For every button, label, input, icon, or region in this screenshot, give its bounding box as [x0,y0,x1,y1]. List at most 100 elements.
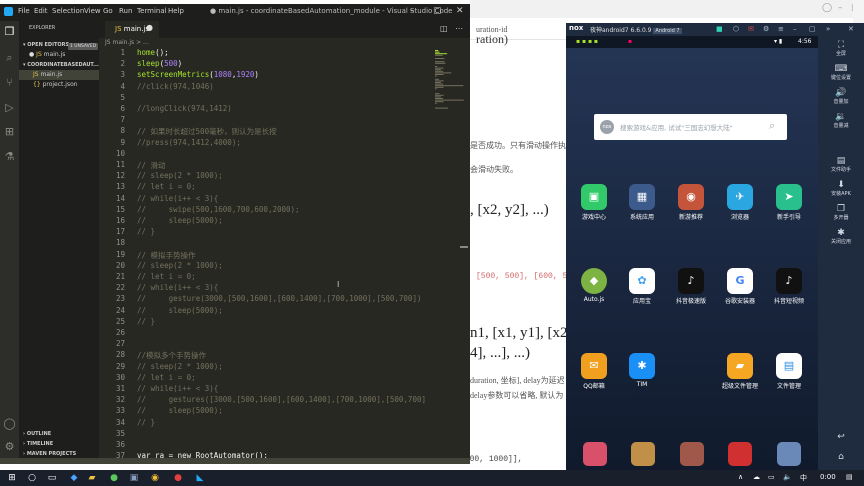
code-line[interactable]: // while(i++ < 3){ [137,194,218,203]
menu-edit[interactable]: Edit [34,7,48,15]
code-content[interactable]: home(); sleep(500) setScreenMetrics(1080,1… [137,48,431,464]
taskbar-clock[interactable]: 0:00 [820,473,836,481]
taskbar-vscode-icon[interactable]: ◣ [194,472,206,484]
code-line[interactable]: // } [137,317,155,326]
search-icon[interactable]: ○ [26,472,38,484]
side-install-apk[interactable]: ⬇ 安装APK [818,180,864,197]
emu-mail-icon[interactable]: ✉ [748,25,754,33]
test-icon[interactable]: ⚗ [3,150,16,163]
code-line[interactable]: // let i = 0; [137,272,196,281]
folder-header[interactable]: ▾ COORDINATEBASEDAUT... [23,62,99,68]
back-icon[interactable]: ↩ [818,432,864,442]
code-line[interactable]: // sleep(2 * 1000); [137,171,223,180]
dock-app-5[interactable] [777,442,801,466]
code-line[interactable]: // } [137,418,155,427]
file-project-json[interactable]: {} project.json [33,81,78,88]
menu-go[interactable]: Go [103,7,113,15]
code-line[interactable]: sleep(500) [137,59,182,68]
side-close-app[interactable]: ✱ 关闭应用 [818,228,864,245]
code-line[interactable]: // gestures([3000,[500,1600],[600,1400],… [137,395,426,404]
code-line[interactable]: // while(i++ < 3){ [137,283,218,292]
outline-header[interactable]: › OUTLINE [23,431,51,437]
code-line[interactable]: // 模拟手势操作 [137,250,196,261]
dock-app-1[interactable] [583,442,607,466]
app-qq-mail[interactable]: ✉ QQ邮箱 [574,353,614,390]
tray-lang[interactable]: 中 [800,473,807,483]
taskbar-app-1-icon[interactable]: ◆ [68,472,80,484]
maximize-icon[interactable]: ▢ [433,6,442,16]
code-line[interactable]: // while(i++ < 3){ [137,384,218,393]
emu-settings-icon[interactable]: ⚙ [763,25,769,33]
menu-file[interactable]: File [18,7,30,15]
tray-network-icon[interactable]: ▭ [768,473,775,481]
more-actions-icon[interactable]: ⋯ [455,24,463,33]
code-line[interactable]: // 滑动 [137,160,166,171]
code-line[interactable]: // } [137,227,155,236]
code-line[interactable]: //模拟多个手势操作 [137,350,206,361]
emu-menu-icon[interactable]: ≡ [778,25,784,33]
code-line[interactable]: // 如果时长超过500毫秒，则认为是长按 [137,126,277,137]
extensions-icon[interactable]: ⊞ [3,125,16,138]
code-line[interactable]: //click(974,1046) [137,82,214,91]
side-volume-up[interactable]: 🔊 音量加 [818,88,864,105]
taskbar-wechat-icon[interactable]: ● [108,472,120,484]
side-file-helper[interactable]: ▤ 文件助手 [818,156,864,173]
side-multi-instance[interactable]: ❐ 多开器 [818,204,864,221]
open-editor-item[interactable]: ● JS main.js [29,51,65,58]
app-system-apps[interactable]: ▦ 系统应用 [622,184,662,221]
tray-volume-icon[interactable]: 🔈 [783,473,792,481]
code-line[interactable]: //press(974,1412,4000); [137,138,241,147]
side-volume-down[interactable]: 🔉 音量减 [818,112,864,129]
tray-up-icon[interactable]: ∧ [738,473,743,481]
code-line[interactable]: // sleep(5000); [137,216,223,225]
dock-app-3[interactable] [680,442,704,466]
emu-close-icon[interactable]: ✕ [848,25,854,33]
taskbar-explorer-icon[interactable]: ▰ [86,472,98,484]
timeline-header[interactable]: › TIMELINE [23,441,53,447]
app-guide[interactable]: ➤ 新手引导 [769,184,809,221]
code-line[interactable]: // gesture(3000,[500,1600],[600,1400],[7… [137,294,421,303]
app-autojs[interactable]: ◆ Auto.js [574,268,614,303]
notification-icon[interactable]: ▤ [846,473,853,481]
task-view-icon[interactable]: ▭ [46,472,58,484]
app-super-file-manager[interactable]: ▰ 超级文件管理 [720,353,760,390]
emu-shirt-icon[interactable]: ■ [716,25,723,33]
code-line[interactable]: // swipe(500,1600,700,600,2000); [137,205,300,214]
close-icon[interactable]: ✕ [456,6,464,16]
explorer-icon[interactable]: ❐ [3,25,16,38]
maven-header[interactable]: › MAVEN PROJECTS [23,451,76,457]
emu-theme-icon[interactable]: ⬡ [733,25,739,33]
code-line[interactable]: // sleep(2 * 1000); [137,261,223,270]
side-keymap[interactable]: ⌨ 键位设置 [818,64,864,81]
source-control-icon[interactable]: ⑂ [3,76,16,89]
emu-minimize-icon[interactable]: – [793,25,797,33]
tab-main-js[interactable]: JS main.js ● [105,21,159,38]
app-google-installer[interactable]: G 谷歌安装器 [720,268,760,305]
dock-app-2[interactable] [631,442,655,466]
app-browser[interactable]: ✈ 浏览器 [720,184,760,221]
code-line[interactable]: //longClick(974,1412) [137,104,232,113]
breadcrumb[interactable]: JS main.js > ... [105,39,149,46]
menu-terminal[interactable]: Terminal [137,7,167,15]
code-line[interactable]: // sleep(5000); [137,306,223,315]
app-search-box[interactable]: nox 搜索游戏&应用, 试试"三国志幻想大陆" ⌕ [594,114,787,140]
account-icon[interactable]: ◯ [3,417,16,430]
code-line[interactable]: setScreenMetrics(1080,1920) [137,70,259,79]
menu-run[interactable]: Run [119,7,132,15]
minimize-icon[interactable]: – [410,6,415,16]
side-fullscreen[interactable]: ⛶ 全屏 [818,40,864,57]
search-icon[interactable]: ⌕ [3,51,16,64]
app-douyin[interactable]: ♪ 抖音短视频 [769,268,809,305]
settings-gear-icon[interactable]: ⚙ [3,440,16,453]
emu-expand-icon[interactable]: » [826,25,830,33]
editor-scroll-indicator[interactable] [460,246,468,248]
dock-app-uno[interactable] [728,442,752,466]
code-line[interactable]: home(); [137,48,169,57]
code-line[interactable]: // let i = 0; [137,373,196,382]
app-douyin-lite[interactable]: ♪ 抖音极速版 [671,268,711,305]
home-icon[interactable]: ⌂ [818,452,864,462]
menu-selection[interactable]: Selection [52,7,84,15]
split-editor-icon[interactable]: ◫ [440,24,448,33]
taskbar-app-6-icon[interactable]: ● [172,472,184,484]
tray-cloud-icon[interactable]: ☁ [753,473,760,481]
